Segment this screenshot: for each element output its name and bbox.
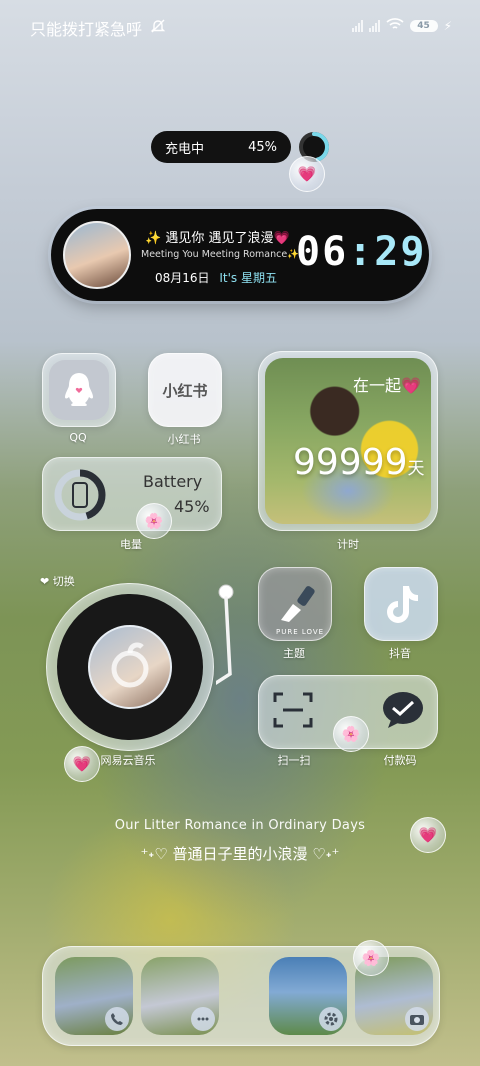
day-count: 99999天: [293, 442, 425, 483]
theme-label: 主题: [283, 647, 305, 660]
qq-label: QQ: [69, 431, 87, 444]
scan-label: 扫一扫: [277, 754, 311, 767]
battery-widget[interactable]: Battery 45%: [42, 457, 222, 531]
carrier-text: 只能拨打紧急呼: [30, 20, 143, 39]
capsule-date: 08月16日: [155, 271, 210, 285]
vinyl-disc: [57, 594, 203, 740]
flower-bubble-icon: 🌸: [136, 503, 172, 539]
paint-brush-icon: [281, 586, 315, 622]
wifi-icon: [386, 17, 404, 34]
xiaohongshu-app-icon[interactable]: 小红书: [148, 353, 222, 427]
battery-title: Battery: [143, 472, 203, 491]
pay-button[interactable]: [381, 690, 425, 734]
anniversary-photo-widget[interactable]: 在一起💗 99999天: [258, 351, 438, 531]
charging-percent: 45%: [248, 139, 277, 155]
netease-label: 网易云音乐: [100, 754, 156, 767]
douyin-note-icon: [387, 586, 418, 623]
douyin-label: 抖音: [389, 647, 411, 660]
message-icon: [191, 1007, 215, 1031]
status-bar-left: 只能拨打紧急呼: [30, 16, 166, 40]
status-bar-right: 45 ⚡: [351, 17, 452, 34]
netease-music-widget[interactable]: [46, 583, 214, 751]
dock-message-app[interactable]: [141, 957, 219, 1035]
flower-bubble-2-icon: 🌸: [333, 716, 369, 752]
charging-indicator: 充电中 45%: [151, 131, 291, 163]
timer-label: 计时: [337, 538, 359, 551]
couple-photo: 在一起💗 99999天: [265, 358, 431, 524]
signal-2-icon: [368, 19, 380, 32]
music-date-capsule[interactable]: ✨ 遇见你 遇见了浪漫💗 Meeting You Meeting Romance…: [51, 209, 429, 301]
capsule-date-row: 08月16日 It's 星期五: [155, 269, 277, 286]
qq-penguin-icon: [49, 360, 109, 420]
dock-phone-app[interactable]: [55, 957, 133, 1035]
battery-status-icon: 45: [409, 19, 438, 32]
clock-colon: :: [348, 229, 375, 275]
clock-hour: 06: [296, 229, 349, 275]
scan-icon: [273, 692, 313, 728]
qq-app-icon[interactable]: [42, 353, 116, 427]
charging-bolt-icon: ⚡: [443, 18, 452, 33]
capsule-avatar: [63, 221, 131, 289]
mute-bell-icon: [150, 18, 166, 38]
phone-icon: [105, 1007, 129, 1031]
charging-label: 充电中: [165, 141, 205, 157]
slogan-english: Our Litter Romance in Ordinary Days: [114, 818, 366, 833]
battery-percent: 45%: [174, 497, 210, 516]
capsule-clock: 06:29: [296, 229, 426, 275]
xiaohongshu-label: 小红书: [167, 433, 201, 446]
clock-minute: 29: [374, 229, 427, 275]
heart-bubble-icon: 💗: [289, 156, 325, 192]
pay-label: 付款码: [383, 754, 417, 767]
douyin-app-icon[interactable]: [364, 567, 438, 641]
dock-settings-app[interactable]: [269, 957, 347, 1035]
heart-bubble-3-icon: 💗: [410, 817, 446, 853]
album-cover: [88, 625, 172, 709]
capsule-weekday: It's 星期五: [219, 271, 277, 285]
slogan-chinese: ⁺˖♡ 普通日子里的小浪漫 ♡˖⁺: [140, 845, 340, 863]
capsule-greeting: ✨ 遇见你 遇见了浪漫💗: [145, 231, 290, 246]
pay-check-icon: [383, 692, 424, 728]
tonearm: [216, 584, 234, 685]
battery-label: 电量: [120, 538, 142, 551]
settings-icon: [319, 1007, 343, 1031]
battery-ring: [54, 469, 106, 521]
flower-bubble-3-icon: 🌸: [353, 940, 389, 976]
scan-button[interactable]: [271, 688, 315, 736]
capsule-subtitle: Meeting You Meeting Romance✨: [141, 249, 300, 260]
xiaohongshu-logo: 小红书: [162, 381, 208, 400]
day-count-number: 99999: [293, 442, 408, 483]
netease-logo-icon: [111, 642, 149, 688]
signal-icon: [351, 19, 363, 32]
switch-button[interactable]: ❤ 切换: [40, 573, 75, 589]
camera-icon: [405, 1007, 429, 1031]
day-count-unit: 天: [407, 459, 425, 479]
phone-icon: [72, 482, 88, 508]
theme-caption: PURE LOVE: [276, 628, 325, 636]
together-text: 在一起💗: [353, 376, 421, 395]
